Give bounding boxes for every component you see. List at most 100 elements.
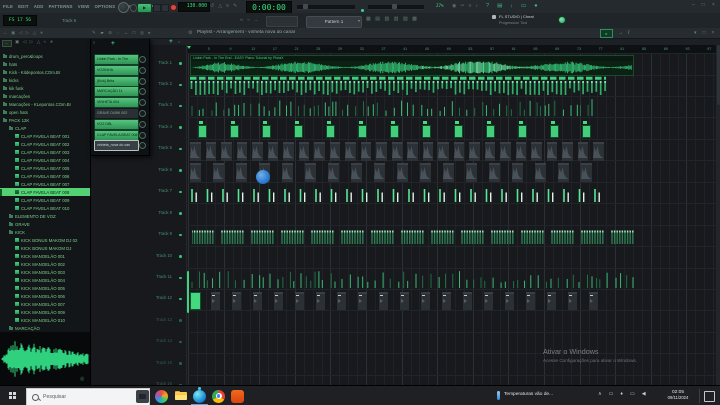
track-arm-dot[interactable] xyxy=(179,148,182,151)
sample-clip[interactable] xyxy=(454,142,465,161)
selected-sample-clip[interactable] xyxy=(190,292,201,310)
tree-item[interactable]: CLAP xyxy=(0,124,90,132)
sample-clip[interactable] xyxy=(407,142,418,161)
sample-clip[interactable] xyxy=(211,292,220,310)
sample-clip[interactable] xyxy=(562,142,573,161)
menu-options[interactable]: OPTIONS xyxy=(95,4,116,9)
playhead-marker[interactable] xyxy=(187,46,191,49)
track-arm-dot[interactable] xyxy=(179,191,182,194)
playlist-title[interactable]: Playlist - Arrangement - vinheta nova do… xyxy=(197,30,417,35)
tree-item[interactable]: KICK MANOELÃO 005 xyxy=(0,284,90,292)
tree-item[interactable]: CLAP FAVELA BEAT 004 xyxy=(0,156,90,164)
tree-item[interactable]: hats xyxy=(0,60,90,68)
mute-icon[interactable]: ◌ xyxy=(117,31,120,36)
tree-item[interactable]: PACK 12K xyxy=(0,116,90,124)
sample-clip[interactable] xyxy=(314,142,325,161)
track-label-15[interactable]: Track 15 xyxy=(120,360,172,365)
sample-clip[interactable] xyxy=(221,142,232,161)
arrow-icon[interactable]: → xyxy=(254,18,259,23)
sample-clip[interactable] xyxy=(295,292,304,310)
track-label-6[interactable]: Track 6 xyxy=(120,167,172,172)
track-label-14[interactable]: Track 14 xyxy=(120,338,172,343)
star-icon[interactable]: ∗ xyxy=(40,31,44,36)
note-clip[interactable] xyxy=(198,125,207,138)
track-arm-dot[interactable] xyxy=(179,212,182,215)
track-arm-dot[interactable] xyxy=(179,169,182,172)
stop-button[interactable] xyxy=(153,4,161,12)
sample-clip[interactable] xyxy=(568,292,577,310)
star-icon[interactable]: ∗ xyxy=(50,40,54,47)
tree-item[interactable]: KICK BONUS MAKOM DJ xyxy=(0,244,90,252)
track-arm-dot[interactable] xyxy=(179,84,182,87)
mic-icon[interactable]: ♦ xyxy=(620,392,623,397)
channel-button[interactable]: CLAP FAVELA BEAT 008 xyxy=(94,130,139,141)
help-icon[interactable]: ? xyxy=(486,4,489,10)
select-icon[interactable]: □ xyxy=(133,31,136,36)
tree-item[interactable]: CLAP FAVELA BEAT 001 xyxy=(0,132,90,140)
tree-item[interactable]: KICK MANOELÃO 003 xyxy=(0,268,90,276)
zoom-icon[interactable]: ◎ xyxy=(140,31,144,36)
prev-icon[interactable]: ◁ xyxy=(19,31,22,36)
channel-button[interactable]: GRAVE DUBK 002 xyxy=(94,108,139,119)
download-icon[interactable]: ↓ xyxy=(510,4,513,10)
sample-clip[interactable] xyxy=(361,142,372,161)
sample-clip[interactable] xyxy=(237,142,248,161)
sample-clip[interactable] xyxy=(274,292,283,310)
pencil-icon[interactable]: ✎ xyxy=(92,31,96,36)
note-clip[interactable] xyxy=(326,125,335,138)
note-clip[interactable] xyxy=(486,125,495,138)
channel-button[interactable]: MARCAÇÃO 11 xyxy=(94,86,139,97)
channel-pan-knob[interactable] xyxy=(139,110,146,117)
mode-selector[interactable] xyxy=(266,16,298,27)
tree-item[interactable]: KICK MANOELÃO 001 xyxy=(0,252,90,260)
master-volume-slider[interactable] xyxy=(297,5,355,10)
playback-icon[interactable]: ▸ xyxy=(148,31,150,36)
sample-clip[interactable] xyxy=(236,163,247,182)
rows-icon[interactable]: ▧ xyxy=(384,17,389,22)
add-track-button[interactable]: + xyxy=(169,38,173,45)
sample-clip[interactable] xyxy=(328,163,339,182)
piano-icon[interactable]: ▤ xyxy=(375,17,380,22)
channel-button[interactable]: VOZINHA xyxy=(94,65,139,76)
sample-clip[interactable] xyxy=(547,292,556,310)
sample-clip[interactable] xyxy=(485,142,496,161)
track-arm-dot[interactable] xyxy=(179,319,182,322)
channel-pan-knob[interactable] xyxy=(139,67,146,74)
channel-button[interactable]: Linkin Park - In The xyxy=(94,54,139,65)
menu-icon[interactable]: ≡ xyxy=(469,4,472,9)
news-widget[interactable]: Temperaturas vão de... xyxy=(504,392,553,397)
grid-icon[interactable]: ▦ xyxy=(366,17,371,22)
main-volume-knob[interactable] xyxy=(118,2,129,13)
sample-clip[interactable] xyxy=(531,142,542,161)
back-icon[interactable]: ← xyxy=(2,40,12,47)
track-label-11[interactable]: Track 11 xyxy=(120,274,172,279)
channel-pan-knob[interactable] xyxy=(139,132,146,139)
sample-clip[interactable] xyxy=(535,163,546,182)
sample-clip[interactable] xyxy=(526,292,535,310)
sample-clip[interactable] xyxy=(489,163,500,182)
tree-item[interactable]: kicks xyxy=(0,76,90,84)
brush-icon[interactable]: ▰ xyxy=(100,31,103,36)
track-arm-dot[interactable] xyxy=(179,255,182,258)
close-button[interactable]: × xyxy=(712,2,715,8)
note-clip[interactable] xyxy=(294,125,303,138)
channel-button[interactable]: [Kick] Brita xyxy=(94,76,139,87)
time-display[interactable]: 0:00:00 xyxy=(246,1,292,14)
arrow-icon[interactable]: → xyxy=(618,31,623,36)
tree-item[interactable]: KICK MANOELÃO 009 xyxy=(0,308,90,316)
sample-clip[interactable] xyxy=(589,292,598,310)
note-clip[interactable] xyxy=(358,125,367,138)
edit-icon[interactable]: ✎ xyxy=(233,4,237,9)
note-clip[interactable] xyxy=(454,125,463,138)
collapse-button[interactable]: ▾ xyxy=(694,30,697,36)
sample-clip[interactable] xyxy=(379,292,388,310)
tree-item[interactable]: KICK xyxy=(0,228,90,236)
shade-icon[interactable]: ▨ xyxy=(403,17,408,22)
channel-button[interactable]: VOZ DBL xyxy=(94,119,139,130)
track-arm-dot[interactable] xyxy=(179,234,182,237)
sample-clip[interactable] xyxy=(283,142,294,161)
note-clip[interactable] xyxy=(582,125,591,138)
sample-clip[interactable] xyxy=(463,292,472,310)
tree-item[interactable]: KICK MANOELÃO 007 xyxy=(0,300,90,308)
tree-item[interactable]: open hats xyxy=(0,108,90,116)
